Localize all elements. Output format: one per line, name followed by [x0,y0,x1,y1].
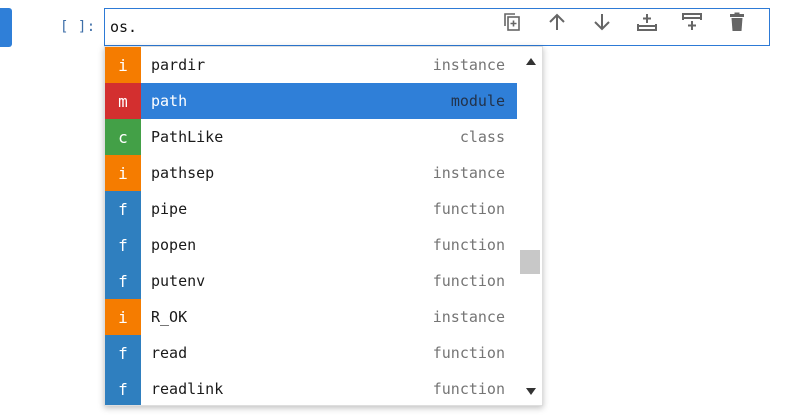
completion-name: PathLike [151,128,224,146]
arrow-down-icon [593,14,610,31]
delete-cell-button[interactable] [714,7,759,37]
completion-kind: function [432,380,505,398]
completion-kind: function [432,344,505,362]
completion-item[interactable]: c PathLike class [105,119,517,155]
insert-below-icon [681,13,702,30]
type-badge: f [105,335,141,371]
type-badge: i [105,155,141,191]
completion-name: popen [151,236,197,254]
cell-toolbar [489,6,759,38]
completion-item[interactable]: m path module [105,83,517,119]
completion-scrollbar[interactable] [518,47,542,405]
type-badge: c [105,119,141,155]
completion-item[interactable]: i pathsep instance [105,155,517,191]
scrollbar-thumb[interactable] [520,250,540,274]
type-badge: i [105,299,141,335]
completion-kind: module [450,92,505,110]
completion-item[interactable]: f read function [105,335,517,371]
completion-name: pardir [151,56,206,74]
arrow-up-icon [548,13,565,30]
move-up-button[interactable] [534,7,579,37]
completion-kind: function [432,272,505,290]
trash-icon [729,12,744,31]
completion-item[interactable]: i R_OK instance [105,299,517,335]
completion-name: path [151,92,188,110]
type-badge: f [105,191,141,227]
completion-item[interactable]: f readlink function [105,371,517,405]
completion-kind: function [432,236,505,254]
type-badge: i [105,47,141,83]
completion-kind: instance [432,308,505,326]
completion-kind: class [459,128,505,146]
code-cell-editor[interactable]: os. [104,8,770,46]
completion-kind: function [432,200,505,218]
completion-kind: instance [432,56,505,74]
completion-name: R_OK [151,308,188,326]
cell-prompt: [ ]: [60,19,96,35]
type-badge: f [105,263,141,299]
scroll-up-button[interactable] [518,49,542,73]
completion-item[interactable]: f putenv function [105,263,517,299]
triangle-up-icon [525,57,536,65]
insert-below-button[interactable] [669,7,714,37]
scroll-down-button[interactable] [518,379,542,403]
duplicate-cell-button[interactable] [489,7,534,37]
cell-code[interactable]: os. [110,16,137,38]
completion-name: putenv [151,272,206,290]
insert-above-icon [636,14,657,31]
completion-name: readlink [151,380,224,398]
completion-name: pipe [151,200,188,218]
type-badge: f [105,371,141,405]
completion-kind: instance [432,164,505,182]
move-down-button[interactable] [579,7,624,37]
copy-icon [503,13,520,31]
completion-item[interactable]: f popen function [105,227,517,263]
cell-collapser[interactable] [0,8,12,47]
completion-name: pathsep [151,164,215,182]
type-badge: f [105,227,141,263]
type-badge: m [105,83,141,119]
completion-item[interactable]: i pardir instance [105,47,517,83]
completion-list: i pardir instance m path module c PathLi… [105,47,517,405]
completion-name: read [151,344,188,362]
completion-item[interactable]: f pipe function [105,191,517,227]
triangle-down-icon [525,387,536,395]
insert-above-button[interactable] [624,7,669,37]
completion-popup: i pardir instance m path module c PathLi… [104,46,543,406]
